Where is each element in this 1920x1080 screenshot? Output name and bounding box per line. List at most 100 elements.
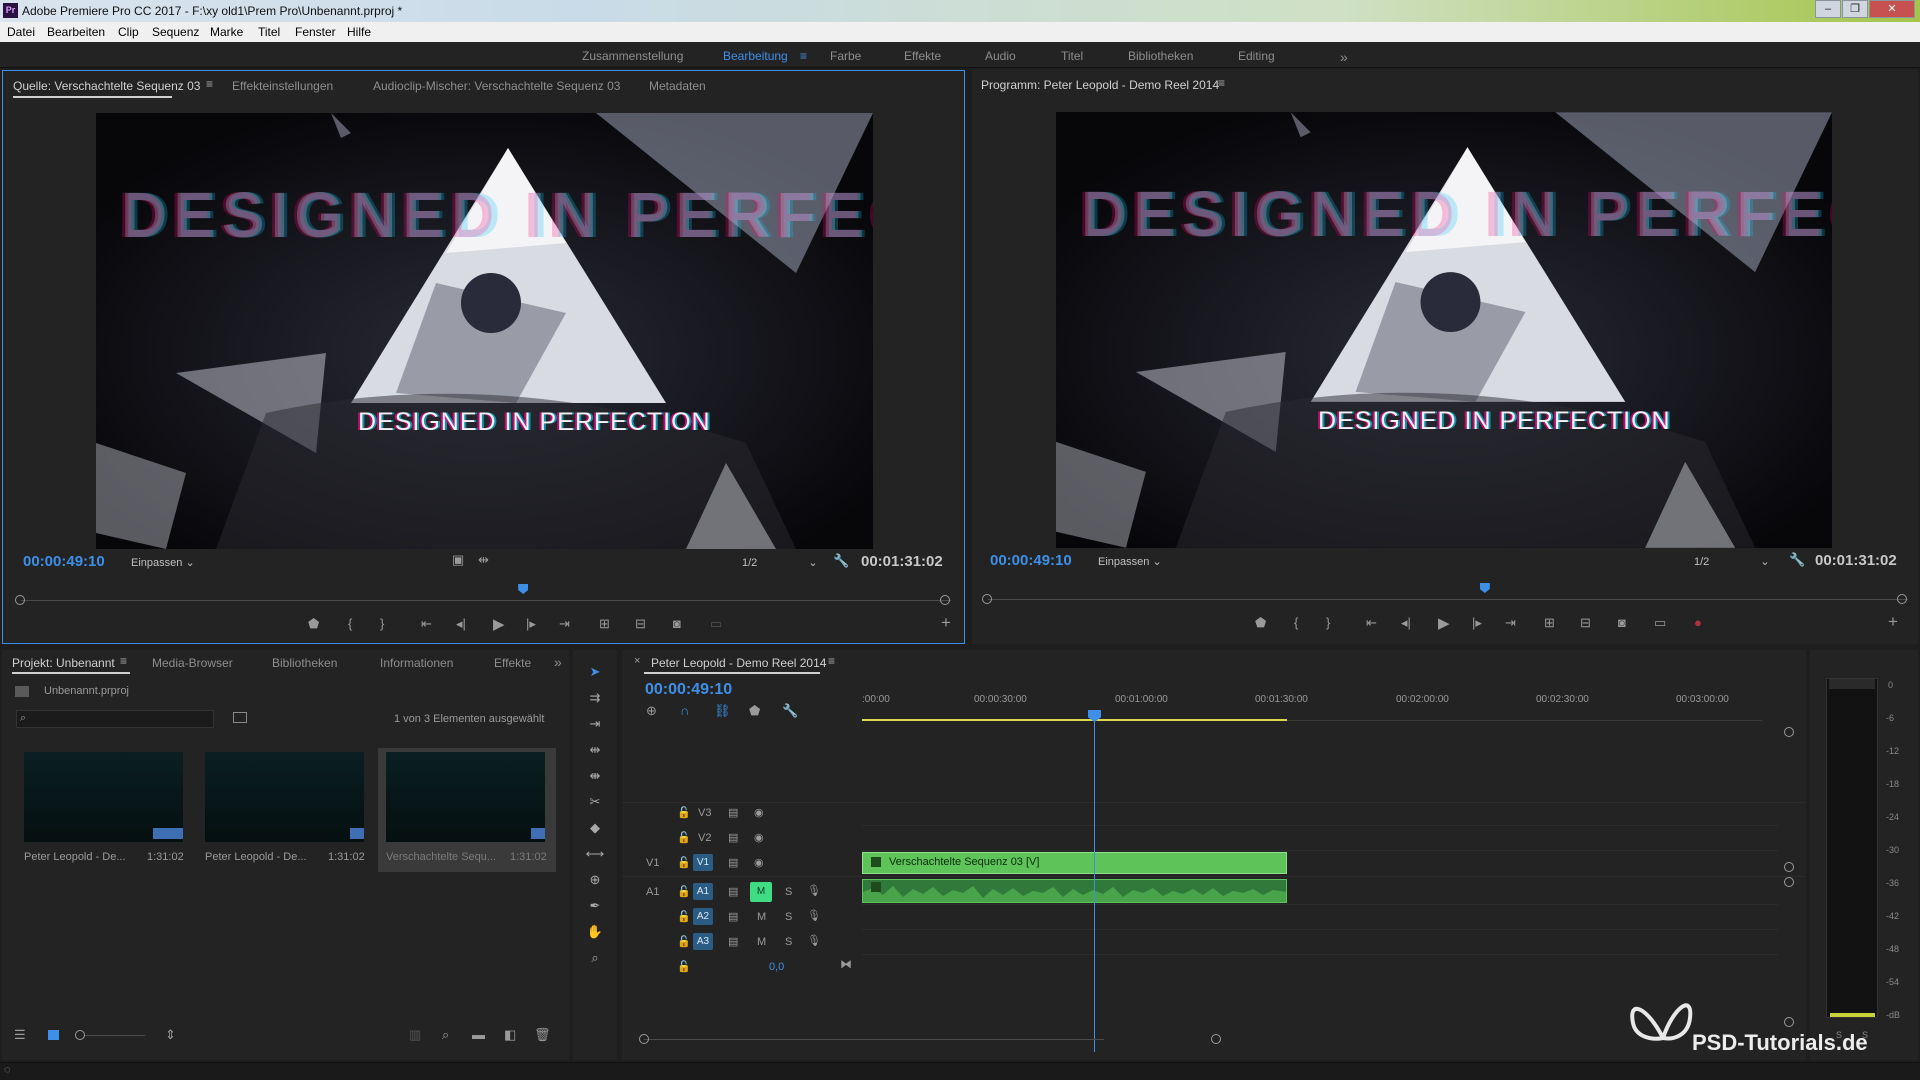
sync-lock-icon[interactable]: ▤ [728, 935, 738, 948]
comparison-view-icon[interactable]: ▭ [1654, 615, 1666, 631]
workspace-titel[interactable]: Titel [1061, 49, 1083, 63]
mark-in-icon[interactable]: { [1294, 615, 1298, 630]
add-marker-icon[interactable]: ⬟ [308, 616, 319, 632]
menu-bearbeiten[interactable]: Bearbeiten [47, 25, 105, 39]
track-target-v1[interactable]: V1 [693, 854, 713, 871]
sync-lock-icon[interactable]: ▤ [728, 910, 738, 923]
lock-icon[interactable]: 🔓 [677, 831, 691, 844]
export-frame-icon[interactable]: ◙ [1618, 615, 1626, 630]
step-forward-icon[interactable]: |▸ [1472, 615, 1482, 631]
workspace-bibliotheken[interactable]: Bibliotheken [1128, 49, 1193, 63]
ripple-edit-tool-icon[interactable]: ⇥ [585, 714, 605, 734]
new-bin-icon[interactable]: ▬ [472, 1027, 485, 1042]
master-end-icon[interactable]: ⧓ [840, 957, 852, 971]
play-icon[interactable]: ▶ [493, 615, 505, 633]
microphone-icon[interactable]: 🎙 [807, 909, 821, 922]
lock-icon[interactable]: 🔓 [677, 885, 691, 898]
project-search-input[interactable]: ⌕ [16, 710, 214, 728]
horizontal-zoom-handle-left[interactable] [639, 1034, 649, 1044]
workspace-effekte[interactable]: Effekte [904, 49, 941, 63]
sync-lock-icon[interactable]: ▤ [728, 885, 738, 898]
button-editor-plus-icon[interactable]: + [1888, 612, 1898, 632]
maximize-button[interactable]: ❐ [1842, 0, 1868, 18]
new-item-icon[interactable]: ◧ [504, 1027, 516, 1043]
program-scrub-bar[interactable] [988, 599, 1908, 600]
lock-icon[interactable]: 🔓 [677, 856, 691, 869]
source-playhead[interactable] [518, 584, 529, 594]
eye-icon[interactable]: ◉ [754, 831, 764, 844]
tab-program[interactable]: Programm: Peter Leopold - Demo Reel 2014 [981, 78, 1219, 92]
selection-tool-icon[interactable]: ➤ [585, 662, 605, 682]
extract-icon[interactable]: ⊟ [1580, 615, 1591, 631]
linked-selection-icon[interactable]: ⛓ [714, 703, 731, 719]
step-back-icon[interactable]: ◂| [1401, 615, 1411, 631]
work-area-bar[interactable] [862, 719, 1287, 721]
timeline-timecode[interactable]: 00:00:49:10 [645, 681, 732, 699]
add-marker-icon[interactable]: ⬟ [749, 703, 760, 719]
go-to-in-icon[interactable]: ⇤ [421, 616, 432, 632]
source-patch-audio[interactable]: A1 [646, 886, 659, 898]
go-to-in-icon[interactable]: ⇤ [1366, 615, 1377, 631]
razor-tool-icon[interactable]: ✂ [585, 792, 605, 812]
minimize-button[interactable]: – [1815, 0, 1841, 18]
add-marker-icon[interactable]: ⬟ [1255, 615, 1266, 631]
mark-out-icon[interactable]: } [1326, 615, 1330, 630]
solo-button-a2[interactable]: S [785, 911, 792, 923]
go-to-out-icon[interactable]: ⇥ [1505, 615, 1516, 631]
track-target-a1[interactable]: A1 [693, 883, 713, 900]
rate-stretch-tool-icon[interactable]: ⇼ [585, 766, 605, 786]
workspace-farbe[interactable]: Farbe [830, 49, 861, 63]
program-zoom-handle-left[interactable] [982, 594, 992, 604]
program-panel-menu-icon[interactable]: ≡ [1218, 76, 1225, 90]
step-forward-icon[interactable]: |▸ [526, 616, 536, 632]
project-panel-menu-icon[interactable]: ≡ [120, 654, 127, 668]
slip-tool-icon[interactable]: ◆ [585, 818, 605, 838]
go-to-out-icon[interactable]: ⇥ [559, 616, 570, 632]
tab-effect-controls[interactable]: Effekteinstellungen [232, 79, 333, 93]
source-zoom-handle-right[interactable] [940, 595, 950, 605]
zoom-slider[interactable] [85, 1035, 145, 1036]
audio-clip[interactable] [862, 879, 1287, 903]
menu-sequenz[interactable]: Sequenz [152, 25, 199, 39]
sync-lock-icon[interactable]: ▤ [728, 806, 738, 819]
menu-datei[interactable]: Datei [7, 25, 35, 39]
timeline-settings-icon[interactable]: 🔧 [782, 703, 798, 719]
source-scrub-bar[interactable] [21, 600, 951, 601]
workspace-bearbeitung[interactable]: Bearbeitung [723, 49, 788, 63]
wrench-icon[interactable]: 🔧 [833, 553, 849, 569]
sync-lock-icon[interactable]: ▤ [728, 831, 738, 844]
mark-in-icon[interactable]: { [348, 616, 352, 631]
workspace-audio[interactable]: Audio [985, 49, 1016, 63]
video-clip[interactable]: Verschachtelte Sequenz 03 [V] [862, 852, 1287, 874]
close-button[interactable]: ✕ [1869, 0, 1915, 18]
lock-icon[interactable]: 🔓 [677, 935, 691, 948]
lock-icon[interactable]: 🔓 [677, 910, 691, 923]
tab-audio-clip-mixer[interactable]: Audioclip-Mischer: Verschachtelte Sequen… [373, 79, 620, 93]
mute-button-a3[interactable]: M [757, 936, 766, 948]
project-item-selected[interactable]: Verschachtelte Sequ... 1:31:02 [378, 748, 556, 872]
vertical-zoom-handle[interactable] [1784, 877, 1794, 887]
program-fit-select[interactable]: Einpassen ⌄ [1098, 555, 1162, 568]
menu-marke[interactable]: Marke [210, 25, 243, 39]
nest-toggle-icon[interactable]: ⊕ [646, 703, 657, 719]
tab-source[interactable]: Quelle: Verschachtelte Sequenz 03 [13, 79, 200, 93]
source-patch-video[interactable]: V1 [646, 857, 659, 869]
record-icon[interactable]: ● [1694, 615, 1702, 630]
workspace-editing[interactable]: Editing [1238, 49, 1275, 63]
track-target-a2[interactable]: A2 [693, 908, 713, 925]
source-video-frame[interactable]: DESIGNED IN PERFEC DESIGNED IN PERFECTIO… [96, 113, 873, 549]
source-zoom-handle-left[interactable] [15, 595, 25, 605]
pen-tool-icon[interactable]: ✒ [585, 896, 605, 916]
menu-clip[interactable]: Clip [118, 25, 139, 39]
wrench-icon[interactable]: 🔧 [1789, 552, 1805, 568]
eye-icon[interactable]: ◉ [754, 856, 764, 869]
solo-button-a3[interactable]: S [785, 936, 792, 948]
trash-icon[interactable]: 🗑 [534, 1027, 551, 1043]
automate-to-sequence-icon[interactable]: ▥ [409, 1027, 421, 1043]
play-icon[interactable]: ▶ [1438, 614, 1450, 632]
horizontal-scroll-bar[interactable] [644, 1039, 1104, 1040]
tab-project[interactable]: Projekt: Unbenannt [12, 656, 115, 670]
workspace-zusammenstellung[interactable]: Zusammenstellung [582, 49, 683, 63]
vertical-zoom-handle[interactable] [1784, 727, 1794, 737]
menu-fenster[interactable]: Fenster [295, 25, 336, 39]
